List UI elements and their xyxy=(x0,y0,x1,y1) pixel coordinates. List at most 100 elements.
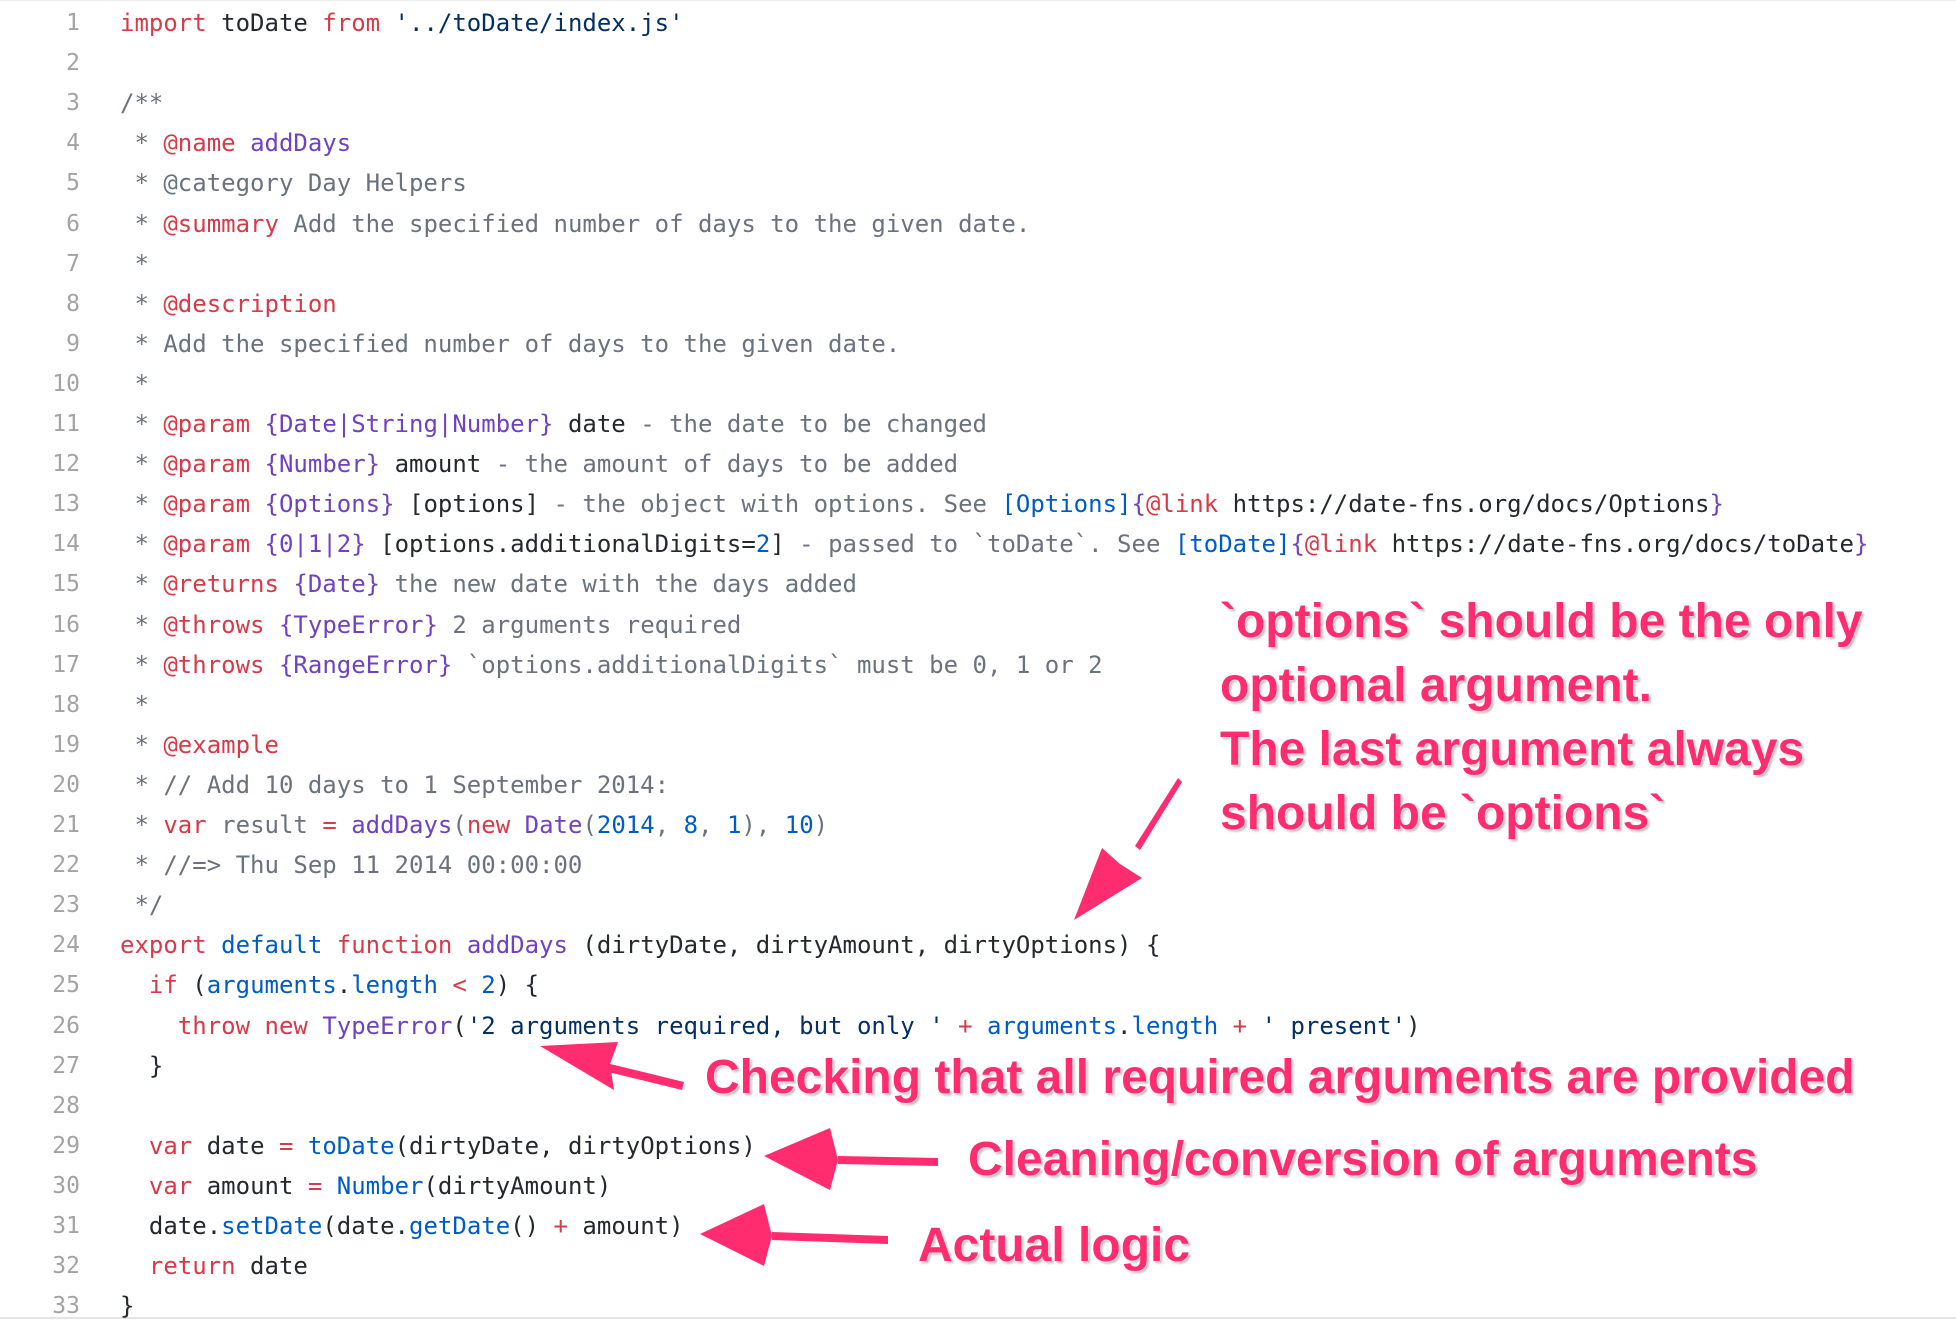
line-source: * var result = addDays(new Date(2014, 8,… xyxy=(120,805,828,845)
code-token: @name xyxy=(163,129,236,158)
code-token: * xyxy=(120,209,164,238)
code-token: @throws xyxy=(163,650,265,679)
code-token: 2 xyxy=(481,971,496,1000)
code-token: default xyxy=(221,931,323,960)
code-line: 33} xyxy=(0,1286,1956,1326)
line-source: * xyxy=(120,364,149,404)
options-annotation: `options` should be the only optional ar… xyxy=(1220,595,1863,840)
line-number: 19 xyxy=(52,731,80,758)
code-token: date xyxy=(235,1252,308,1281)
code-token: * xyxy=(120,289,164,318)
line-number: 4 xyxy=(66,130,80,157)
line-number: 7 xyxy=(66,250,80,277)
code-token: @description xyxy=(163,289,337,318)
code-token: ' present' xyxy=(1261,1011,1407,1040)
code-token: ( xyxy=(452,1011,467,1040)
code-token: 2 xyxy=(755,530,771,559)
code-token: * xyxy=(120,530,164,559)
line-number: 25 xyxy=(52,972,80,999)
code-token: { xyxy=(1131,490,1146,519)
code-token: @param xyxy=(163,490,251,519)
line-source: * @returns {Date} the new date with the … xyxy=(120,564,857,604)
line-number: 13 xyxy=(52,491,80,518)
line-number: 30 xyxy=(52,1172,80,1199)
line-source: * Add the specified number of days to th… xyxy=(120,324,900,364)
line-number: 23 xyxy=(52,892,80,919)
line-number: 28 xyxy=(52,1092,80,1119)
line-source: * @param {Options} [options] - the objec… xyxy=(120,484,1724,524)
line-source: export default function addDays (dirtyDa… xyxy=(120,925,1160,965)
code-token: ), xyxy=(741,811,785,839)
code-token: @summary xyxy=(163,209,279,238)
code-token: - the amount of days to be added xyxy=(481,450,959,479)
code-line: 1 import toDate from '../toDate/index.js' xyxy=(0,3,1956,43)
code-token: { xyxy=(1290,530,1305,559)
code-token: @returns xyxy=(163,570,279,599)
line-number: 10 xyxy=(52,370,80,397)
code-token: amount) xyxy=(567,1212,684,1240)
code-token: {Number} xyxy=(264,450,381,479)
line-source: throw new TypeError('2 arguments require… xyxy=(120,1006,1421,1046)
code-token: length xyxy=(1131,1011,1219,1040)
code-token: new xyxy=(264,1011,308,1040)
code-token: @param xyxy=(163,450,251,479)
code-token: - the object with options. See xyxy=(539,490,1002,519)
code-token: } xyxy=(120,1051,164,1080)
code-token: . xyxy=(336,971,352,1000)
code-line: 4 * @name addDays xyxy=(0,123,1956,163)
code-line: 5 * @category Day Helpers xyxy=(0,163,1956,203)
code-token: ) xyxy=(1406,1011,1421,1040)
code-token: . xyxy=(1117,1011,1132,1040)
code-token: @param xyxy=(163,530,251,559)
line-number: 14 xyxy=(52,531,80,558)
line-number: 16 xyxy=(52,611,80,638)
code-token: ] xyxy=(770,530,785,559)
line-source: date.setDate(date.getDate() + amount) xyxy=(120,1206,684,1246)
code-token: amount xyxy=(394,450,482,479)
code-token: } xyxy=(120,1292,135,1321)
code-token: Add the specified number of days to the … xyxy=(278,209,1031,238)
line-number: 32 xyxy=(52,1253,80,1280)
code-token: * xyxy=(120,690,149,719)
line-number: 22 xyxy=(52,852,80,879)
code-token: the new date with the days added xyxy=(380,570,857,599)
code-token: * xyxy=(120,730,164,759)
code-token: [options.additionalDigits= xyxy=(380,530,756,559)
code-token: {RangeError} xyxy=(278,650,453,679)
code-token: 10 xyxy=(784,811,814,839)
code-token: https://date-fns.org/docs/Options xyxy=(1232,490,1710,519)
code-token: ( xyxy=(582,811,597,839)
code-token: new xyxy=(466,811,511,839)
code-token: var xyxy=(163,811,207,839)
code-token: - the date to be changed xyxy=(625,410,987,438)
line-number: 8 xyxy=(66,290,80,317)
line-number: 20 xyxy=(52,771,80,798)
code-line: 12 * @param {Number} amount - the amount… xyxy=(0,444,1956,484)
code-line: 9 * Add the specified number of days to … xyxy=(0,324,1956,364)
code-token: return xyxy=(148,1252,236,1281)
code-token: setDate xyxy=(221,1212,323,1240)
line-source: } xyxy=(120,1286,134,1326)
line-source: var date = toDate(dirtyDate, dirtyOption… xyxy=(120,1126,756,1166)
code-token: * xyxy=(120,369,149,398)
code-token: * // Add 10 days to 1 September 2014: xyxy=(120,770,670,799)
code-token: Number xyxy=(336,1171,424,1200)
code-token: } xyxy=(1709,490,1724,519)
code-line: 10 * xyxy=(0,364,1956,404)
